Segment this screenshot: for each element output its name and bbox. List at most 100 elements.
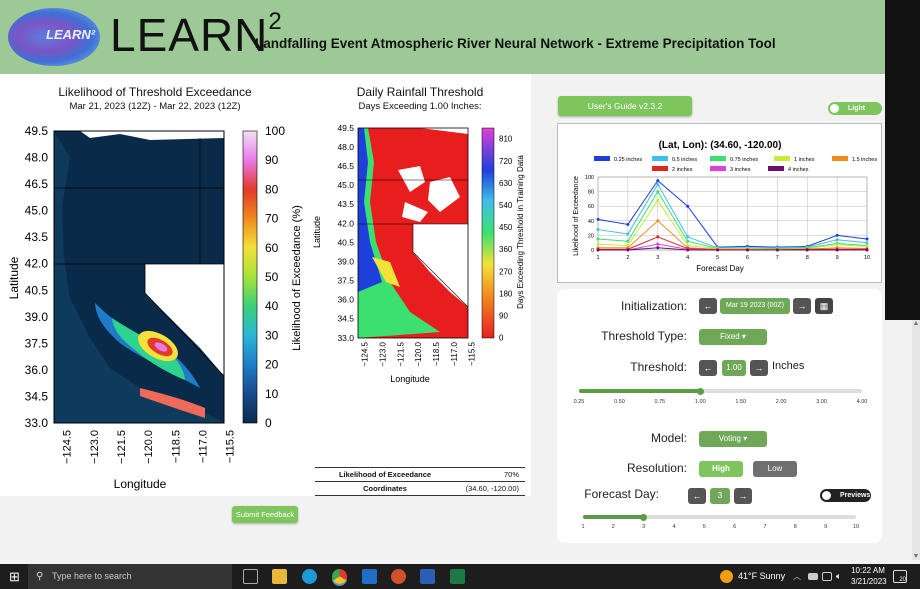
data-point[interactable] [686, 235, 690, 239]
scroll-up-arrow[interactable]: ▲ [912, 320, 920, 330]
forecast-line-chart[interactable]: (Lat, Lon): (34.60, -120.00) 0.25 inches… [558, 124, 883, 284]
data-point[interactable] [775, 248, 779, 252]
previews-toggle[interactable]: Previews [820, 489, 871, 502]
x-tick-label: 1 [596, 255, 599, 261]
file-explorer-icon[interactable] [272, 569, 287, 584]
data-point[interactable] [656, 219, 660, 223]
excel-icon[interactable] [450, 569, 465, 584]
data-point[interactable] [626, 239, 630, 243]
data-point[interactable] [835, 233, 839, 237]
notification-center-icon[interactable]: 20 [893, 570, 907, 583]
threshold-unit: Inches [772, 360, 805, 372]
powerpoint-icon[interactable] [391, 569, 406, 584]
legend-swatch[interactable] [832, 156, 848, 161]
sunny-weather-icon[interactable] [720, 570, 733, 583]
info-value: 70% [503, 470, 519, 479]
rainfall-map[interactable]: 49.5 48.0 46.5 45.0 43.5 42.0 40.5 39.0 37.5 36.0… [310, 122, 530, 387]
light-mode-toggle[interactable]: Light [828, 102, 882, 115]
threshold-slider-thumb[interactable] [696, 388, 704, 395]
speaker-icon[interactable]: 🔈︎ [836, 564, 841, 589]
data-point[interactable] [596, 228, 600, 232]
data-point[interactable] [626, 222, 630, 226]
latitude-tick-label: 39.0 [337, 256, 354, 266]
data-point[interactable] [835, 248, 839, 252]
threshold-value[interactable]: 1.00 [722, 360, 746, 376]
legend-swatch[interactable] [774, 156, 790, 161]
series-line[interactable] [597, 179, 868, 248]
latitude-tick-label: 45.0 [25, 204, 49, 218]
legend-swatch[interactable] [652, 166, 668, 171]
y-tick-label: 80 [588, 190, 594, 196]
threshold-slider-fill [579, 389, 701, 393]
forecast-day-prev-button[interactable]: ← [688, 488, 706, 504]
word-icon[interactable] [420, 569, 435, 584]
legend-swatch[interactable] [710, 166, 726, 171]
data-point[interactable] [716, 248, 720, 252]
data-point[interactable] [656, 235, 660, 239]
chrome-browser-icon[interactable] [332, 569, 347, 584]
init-next-button[interactable]: → [793, 298, 811, 314]
data-point[interactable] [686, 248, 690, 252]
initialization-date-button[interactable]: Mar 19 2023 (00Z) [720, 298, 790, 314]
likelihood-map[interactable]: 49.5 48.0 46.5 45.0 43.5 42.0 40.5 39.0 37.5 36.0… [0, 118, 310, 498]
calendar-icon[interactable]: ▦ [815, 298, 833, 314]
data-point[interactable] [656, 190, 660, 194]
data-point[interactable] [626, 232, 630, 236]
legend-swatch[interactable] [652, 156, 668, 161]
data-point[interactable] [596, 237, 600, 241]
series-line[interactable] [597, 190, 868, 250]
data-point[interactable] [596, 242, 600, 246]
page-scrollbar[interactable] [912, 320, 920, 560]
weather-text[interactable]: 41°F Sunny [738, 564, 785, 589]
initialization-label: Initialization: [620, 299, 687, 313]
resolution-low-button[interactable]: Low [753, 461, 797, 477]
network-icon[interactable] [822, 572, 832, 581]
legend-swatch[interactable] [594, 156, 610, 161]
data-point[interactable] [656, 182, 660, 186]
data-point[interactable] [656, 246, 660, 250]
legend-swatch[interactable] [710, 156, 726, 161]
model-dropdown[interactable]: Voting ▾ [699, 431, 767, 447]
data-point[interactable] [835, 243, 839, 247]
init-prev-button[interactable]: ← [699, 298, 717, 314]
data-point[interactable] [805, 248, 809, 252]
data-point[interactable] [596, 248, 600, 252]
data-point[interactable] [865, 248, 869, 252]
outlook-icon[interactable] [362, 569, 377, 584]
data-point[interactable] [745, 248, 749, 252]
data-point[interactable] [656, 179, 660, 183]
chevron-up-icon[interactable]: ︿ [793, 564, 801, 589]
data-point[interactable] [835, 238, 839, 242]
data-point[interactable] [865, 237, 869, 241]
threshold-type-dropdown[interactable]: Fixed ▾ [699, 329, 767, 345]
clock-date[interactable]: 3/21/2023 [851, 577, 887, 589]
data-point[interactable] [656, 242, 660, 246]
data-point[interactable] [656, 198, 660, 202]
data-point[interactable] [686, 204, 690, 208]
threshold-decrease-button[interactable]: ← [699, 360, 717, 376]
users-guide-button[interactable]: User's Guide v2.3.2 [558, 96, 692, 116]
latitude-tick-label: 48.0 [337, 142, 354, 152]
resolution-high-button[interactable]: High [699, 461, 743, 477]
longitude-tick-label: −123.0 [379, 341, 388, 366]
likelihood-map-date-range: Mar 21, 2023 (12Z) - Mar 22, 2023 (12Z) [69, 101, 241, 112]
forecast-day-slider-thumb[interactable] [640, 514, 648, 521]
forecast-day-value[interactable]: 3 [710, 488, 730, 504]
legend-swatch[interactable] [768, 166, 784, 171]
forecast-day-next-button[interactable]: → [734, 488, 752, 504]
windows-start-icon[interactable]: ⊞ [9, 564, 20, 589]
scroll-down-arrow[interactable]: ▼ [912, 553, 920, 563]
task-view-icon[interactable] [243, 569, 258, 584]
data-point[interactable] [686, 239, 690, 243]
data-point[interactable] [626, 248, 630, 252]
data-point[interactable] [596, 217, 600, 221]
colorbar-tick-label: 720 [499, 157, 513, 166]
edge-browser-icon[interactable] [302, 569, 317, 584]
threshold-increase-button[interactable]: → [750, 360, 768, 376]
slider-tick-label: 3 [642, 524, 646, 530]
battery-icon[interactable] [808, 573, 818, 580]
data-point[interactable] [865, 241, 869, 245]
taskbar-search-box[interactable]: ⚲ Type here to search [28, 564, 232, 589]
submit-feedback-button[interactable]: Submit Feedback [232, 506, 298, 523]
latitude-tick-label: 49.5 [25, 124, 49, 138]
